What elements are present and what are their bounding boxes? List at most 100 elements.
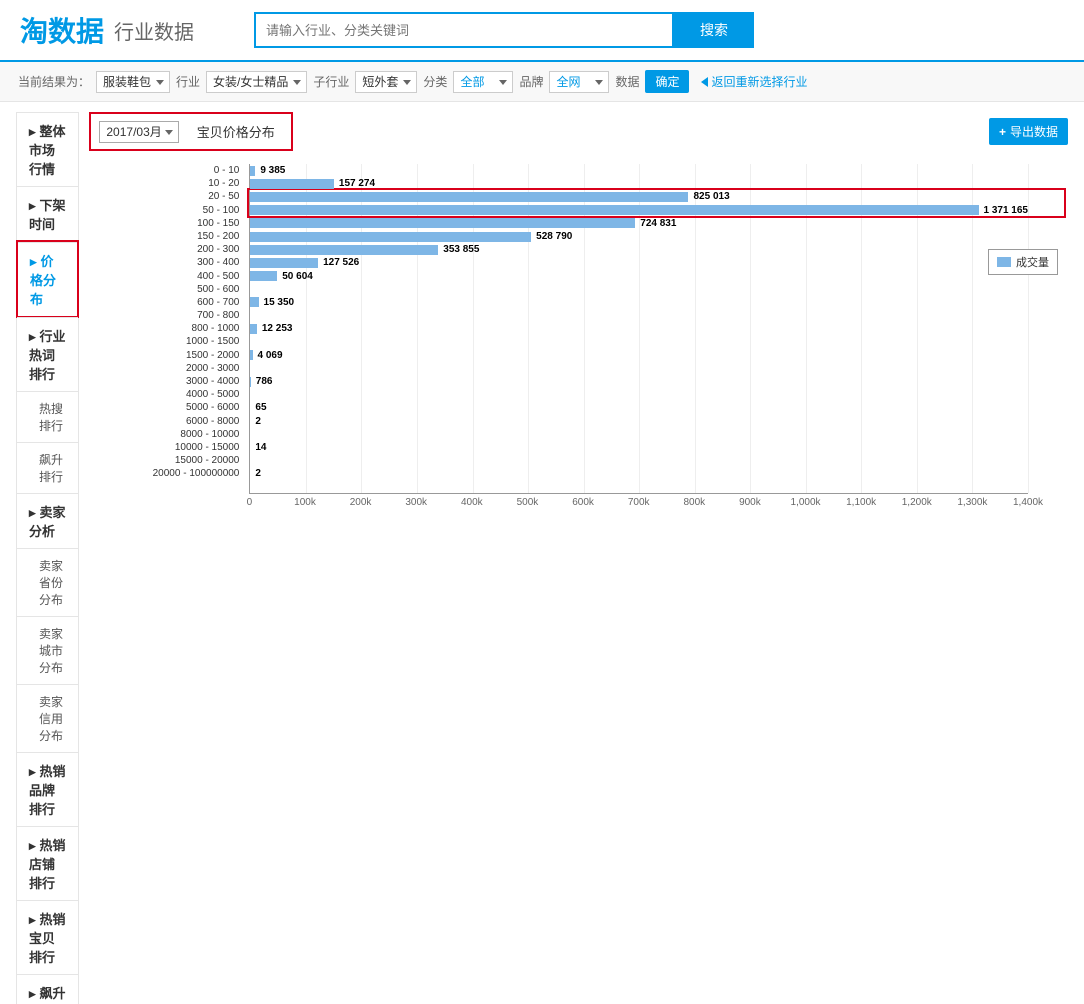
bar [250,245,438,255]
x-tick: 100k [294,497,316,508]
search-box: 搜索 [254,12,754,48]
bar-row: 4 069 [250,349,1028,362]
sidebar-item[interactable]: 飙升排行 [17,442,78,493]
bar-value: 353 855 [443,244,479,255]
x-tick: 800k [683,497,705,508]
bar-row [250,362,1028,375]
category-select[interactable]: 服装鞋包 [96,71,170,93]
bar-row: 786 [250,375,1028,388]
bar-value: 2 [255,468,261,479]
sidebar-item[interactable]: ▸价格分布 [18,242,77,316]
bar-row [250,388,1028,401]
industry-select[interactable]: 女装/女士精品 [206,71,307,93]
bar-value: 15 350 [264,297,295,308]
bar [250,324,257,334]
bar-row: 825 013 [250,190,1028,203]
bar-value: 14 [255,442,266,453]
data-label: 数据 [615,73,639,90]
bar-row: 50 604 [250,270,1028,283]
search-input[interactable] [254,12,674,48]
bar-row: 15 350 [250,296,1028,309]
y-axis-labels: 0 - 1010 - 2020 - 5050 - 100100 - 150150… [89,164,239,481]
bar-value: 65 [255,402,266,413]
sidebar-item[interactable]: 卖家省份分布 [17,548,78,616]
confirm-button[interactable]: 确定 [645,70,689,93]
bar-row: 2 [250,467,1028,480]
chevron-down-icon [293,80,301,85]
legend-label: 成交量 [1016,254,1049,270]
bar [250,350,252,360]
export-button[interactable]: +导出数据 [989,118,1068,145]
x-tick: 1,300k [957,497,987,508]
bar-value: 528 790 [536,231,572,242]
bar [250,297,258,307]
logo-subtitle: 行业数据 [114,16,194,45]
sidebar: ▸整体市场行情▸下架时间▸价格分布▸行业热词排行热搜排行飙升排行▸卖家分析卖家省… [16,112,79,1004]
plus-icon: + [999,125,1006,139]
logo: 淘数据 [20,10,104,50]
bar-row [250,428,1028,441]
price-distribution-chart: 0 - 1010 - 2020 - 5050 - 100100 - 150150… [89,159,1068,539]
x-tick: 400k [461,497,483,508]
bar-value: 2 [255,416,261,427]
legend-swatch [997,257,1011,267]
x-axis-ticks: 0100k200k300k400k500k600k700k800k900k1,0… [249,494,1028,514]
bar-row: 12 253 [250,322,1028,335]
bar-value: 1 371 165 [984,205,1029,216]
bar-row: 65 [250,401,1028,414]
x-tick: 1,000k [791,497,821,508]
search-button[interactable]: 搜索 [674,12,754,48]
sidebar-item[interactable]: ▸热销品牌排行 [17,752,78,826]
bar-row: 9 385 [250,164,1028,177]
result-label: 当前结果为： [18,73,90,90]
sidebar-item[interactable]: ▸下架时间 [17,186,78,241]
x-tick: 0 [247,497,253,508]
chart-bars: 9 385157 274825 0131 371 165724 831528 7… [249,164,1028,494]
date-tab-group: 2017/03月 宝贝价格分布 [89,112,292,151]
brand-label: 品牌 [519,73,543,90]
chevron-down-icon [156,80,164,85]
sidebar-item[interactable]: 卖家城市分布 [17,616,78,684]
bar-value: 724 831 [640,218,676,229]
bar-row [250,309,1028,322]
bar-value: 50 604 [282,271,313,282]
date-select[interactable]: 2017/03月 [99,121,178,143]
x-tick: 1,400k [1013,497,1043,508]
sidebar-item[interactable]: 卖家信用分布 [17,684,78,752]
bar-value: 786 [256,376,273,387]
filter-bar: 当前结果为： 服装鞋包 行业 女装/女士精品 子行业 短外套 分类 全部 品牌 … [0,62,1084,102]
bar-row [250,283,1028,296]
bar-row: 1 371 165 [250,204,1028,217]
sidebar-item[interactable]: ▸热销宝贝排行 [17,900,78,974]
sidebar-item[interactable]: ▸整体市场行情 [17,112,78,186]
sidebar-item[interactable]: ▸卖家分析 [17,493,78,548]
bar-row [250,335,1028,348]
x-tick: 900k [739,497,761,508]
bar [250,218,635,228]
brand-select[interactable]: 全网 [549,71,609,93]
arrow-left-icon [701,77,708,87]
subindustry-select[interactable]: 短外套 [355,71,417,93]
classify-select[interactable]: 全部 [453,71,513,93]
bar [250,271,277,281]
chevron-down-icon [403,80,411,85]
bar-value: 9 385 [260,165,285,176]
x-tick: 600k [572,497,594,508]
bar-row: 724 831 [250,217,1028,230]
x-tick: 1,100k [846,497,876,508]
chart-legend: 成交量 [988,249,1058,275]
chevron-down-icon [499,80,507,85]
sidebar-item[interactable]: ▸行业热词排行 [17,317,78,391]
sidebar-item[interactable]: ▸热销店铺排行 [17,826,78,900]
bar-value: 12 253 [262,323,293,334]
sidebar-item[interactable]: ▸飙升宝贝排行 [17,974,78,1004]
content-area: 2017/03月 宝贝价格分布 +导出数据 0 - 1010 - 2020 - … [89,112,1068,1004]
bar-row: 127 526 [250,256,1028,269]
back-link[interactable]: 返回重新选择行业 [701,73,807,90]
chevron-down-icon [595,80,603,85]
bar [250,205,978,215]
bar [250,258,318,268]
bar-value: 4 069 [258,350,283,361]
sidebar-item[interactable]: 热搜排行 [17,391,78,442]
x-tick: 1,200k [902,497,932,508]
